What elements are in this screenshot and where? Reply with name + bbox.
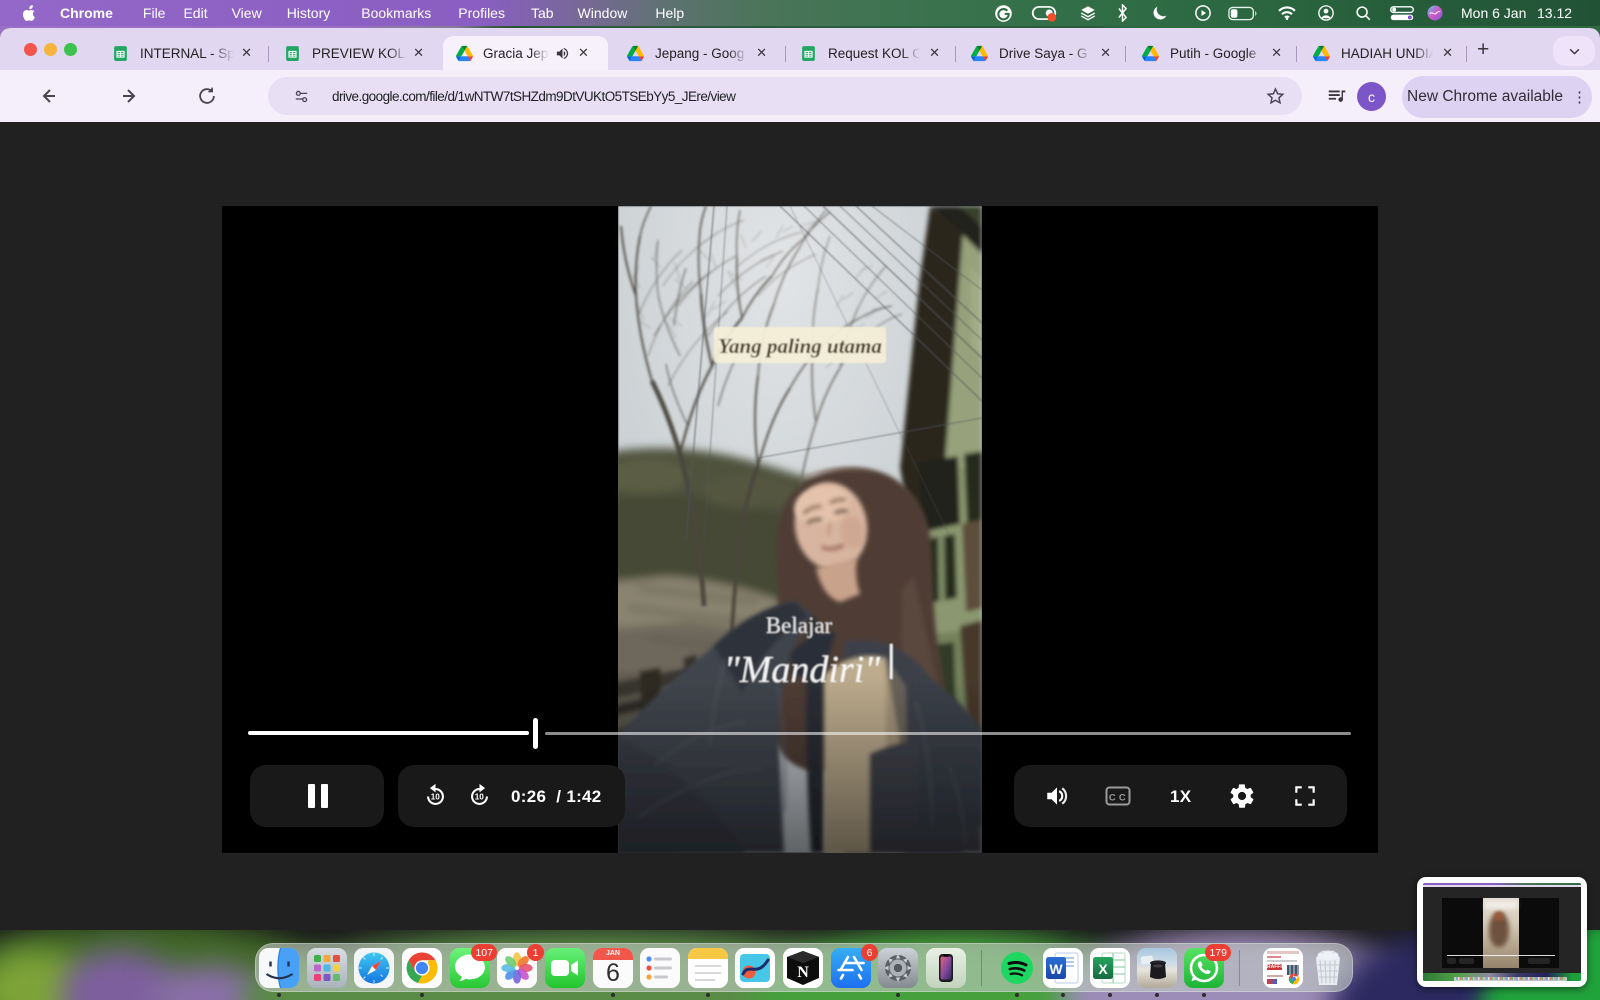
svg-text:C: C [1119,793,1126,804]
svg-text:Belajar: Belajar [766,613,833,638]
svg-text:10: 10 [431,793,441,802]
svg-text:Yang paling utama: Yang paling utama [718,334,882,358]
svg-text:W: W [1049,961,1063,977]
svg-text:10: 10 [475,793,485,802]
svg-text:N: N [797,964,809,981]
svg-text:X: X [1098,961,1108,977]
svg-text:C: C [1109,793,1116,804]
